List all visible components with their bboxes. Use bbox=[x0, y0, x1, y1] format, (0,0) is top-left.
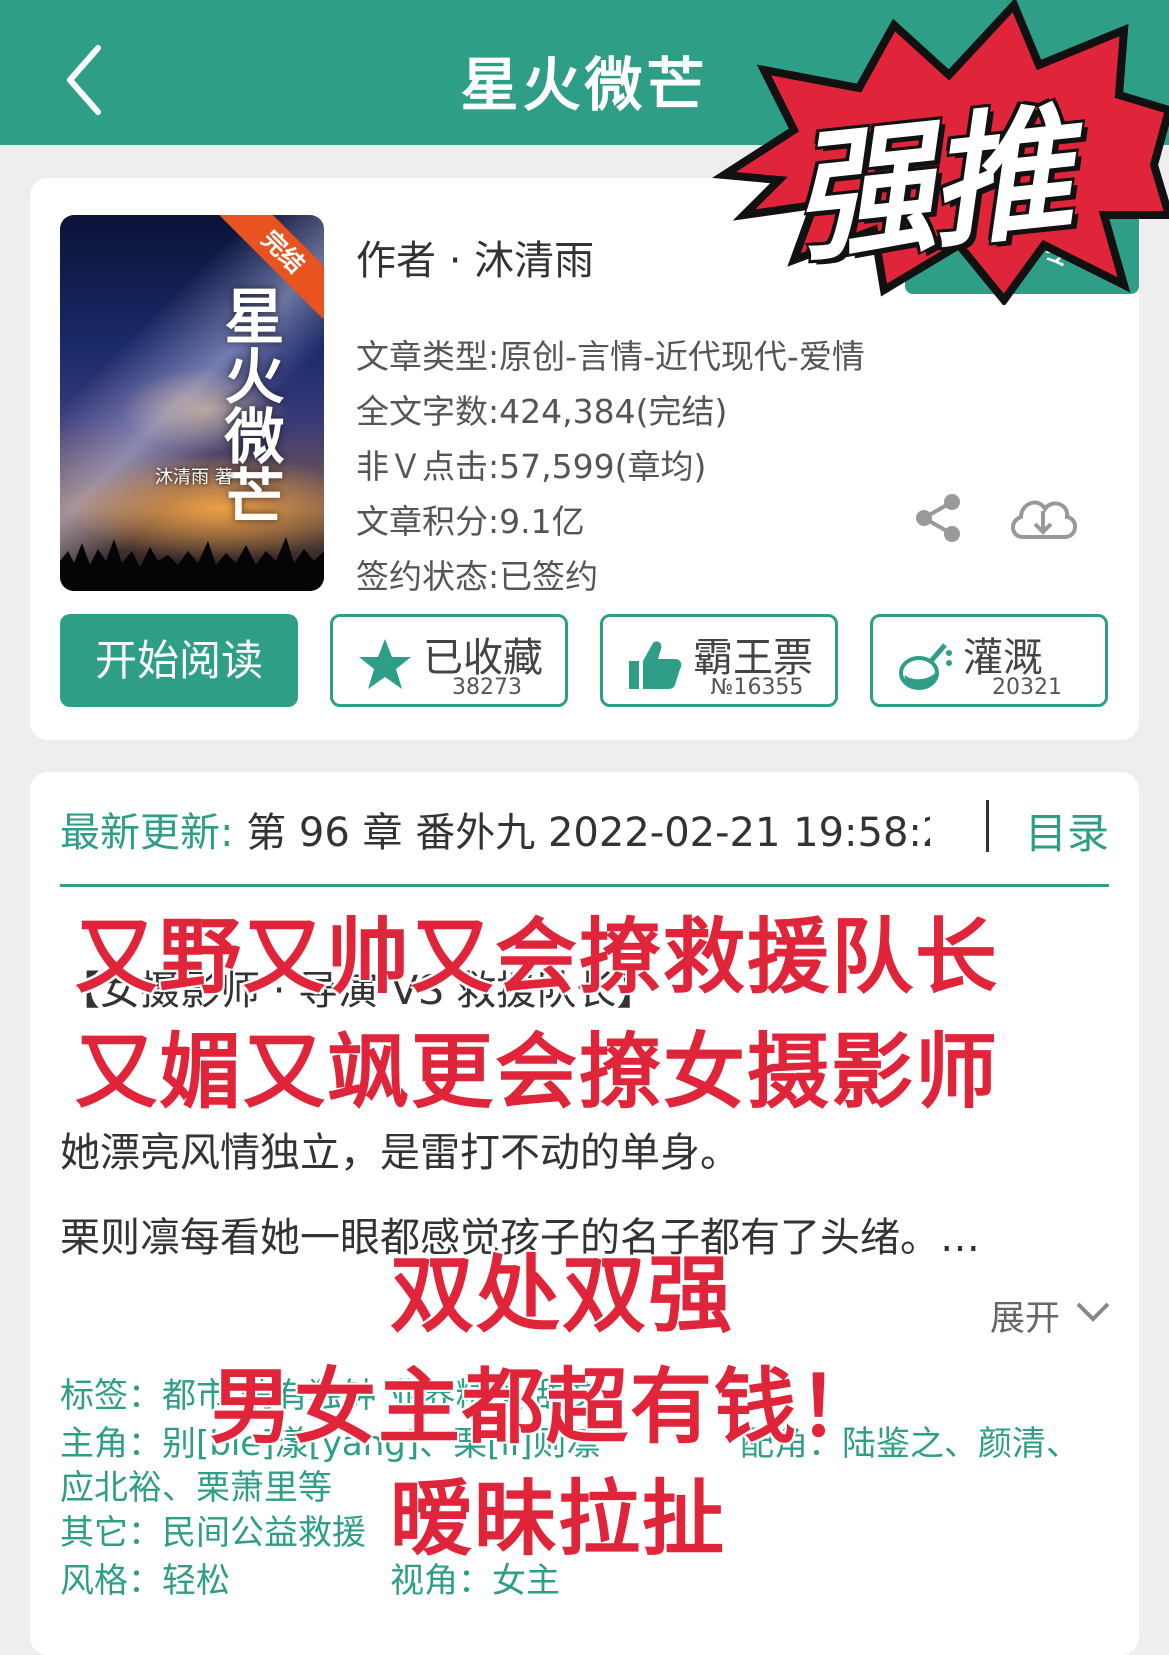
meta-score: 文章积分:9.1亿 bbox=[356, 502, 585, 541]
favorite-button[interactable]: 已收藏 38273 bbox=[330, 614, 568, 707]
latest-update-value: 第 96 章 番外九 2022-02-21 19:58:2 bbox=[246, 810, 930, 856]
style-line: 风格：轻松 bbox=[60, 1561, 230, 1601]
author-name[interactable]: 作者 · 沐清雨 bbox=[356, 228, 594, 286]
other-line: 其它：民间公益救援 bbox=[60, 1513, 366, 1553]
promo-badge-text: 强推 bbox=[783, 89, 1076, 283]
start-reading-button[interactable]: 开始阅读 bbox=[60, 614, 298, 707]
watering-flask-icon bbox=[899, 643, 952, 690]
promo-line: 暧昧拉扯 bbox=[390, 1472, 727, 1567]
vote-ticket-button[interactable]: 霸王票 №16355 bbox=[600, 614, 838, 707]
cover-title: 星火微芒 bbox=[214, 285, 284, 525]
meta-clicks: 非Ｖ点击:57,599(章均) bbox=[356, 447, 707, 486]
meta-sign-status: 签约状态:已签约 bbox=[356, 557, 599, 596]
promo-line: 又媚又飒更会撩女摄影师 bbox=[75, 1025, 1000, 1120]
promo-line: 又野又帅又会撩救援队长 bbox=[75, 910, 1000, 1005]
share-icon[interactable] bbox=[910, 490, 966, 546]
intro-line: 她漂亮风情独立，是雷打不动的单身。 bbox=[60, 1130, 740, 1176]
table-of-contents-link[interactable]: 目录 bbox=[1025, 800, 1109, 861]
supporting-line-cont: 应北裕、栗萧里等 bbox=[60, 1468, 332, 1508]
latest-update-label: 最新更新: bbox=[60, 810, 234, 856]
favorite-count: 38273 bbox=[452, 675, 522, 700]
expand-button[interactable]: 展开 bbox=[990, 1290, 1060, 1341]
tree-silhouette-icon bbox=[60, 537, 324, 591]
meta-word-count: 全文字数:424,384(完结) bbox=[356, 392, 728, 431]
chevron-down-icon[interactable] bbox=[1075, 1300, 1111, 1324]
promo-line: 双处双强 bbox=[390, 1246, 735, 1344]
book-cover[interactable]: 星火微芒 沐清雨 著 完结 bbox=[60, 215, 324, 591]
meta-genre: 文章类型:原创-言情-近代现代-爱情 bbox=[356, 337, 865, 376]
thumbs-up-icon bbox=[629, 641, 682, 689]
promo-line: 男女主都超有钱！ bbox=[210, 1360, 883, 1455]
irrigate-button[interactable]: 灌溉 20321 bbox=[870, 614, 1108, 707]
cloud-download-icon[interactable] bbox=[1005, 487, 1081, 547]
star-icon bbox=[359, 639, 411, 689]
vote-ticket-count: №16355 bbox=[710, 675, 804, 700]
latest-update[interactable]: 最新更新: 第 96 章 番外九 2022-02-21 19:58:2 bbox=[60, 800, 930, 858]
irrigate-count: 20321 bbox=[992, 675, 1062, 700]
cover-author: 沐清雨 著 bbox=[155, 467, 233, 488]
divider bbox=[986, 800, 989, 852]
divider bbox=[60, 884, 1109, 887]
